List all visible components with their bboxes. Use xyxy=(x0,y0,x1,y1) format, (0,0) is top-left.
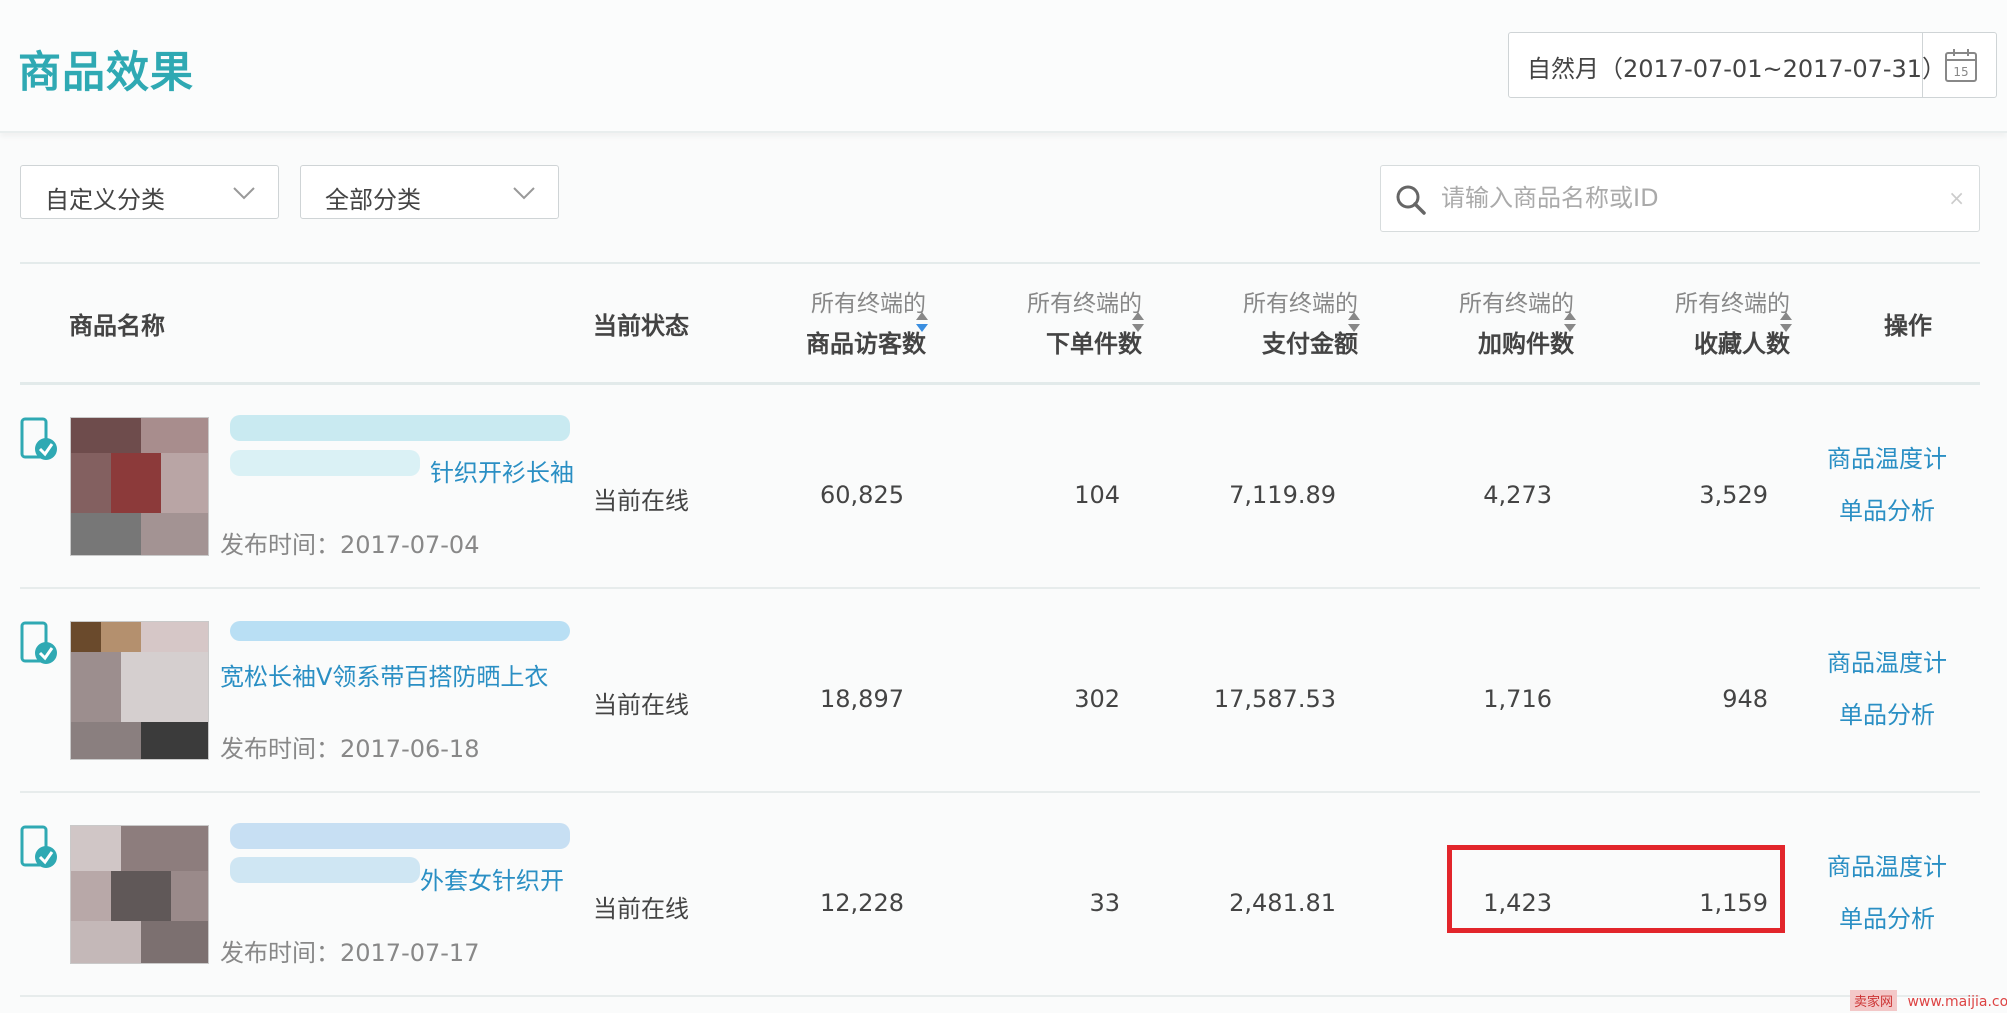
product-thermometer-link[interactable]: 商品温度计 xyxy=(1827,439,1947,474)
sort-icon[interactable] xyxy=(1778,310,1794,334)
col-favorites[interactable]: 所有终端的 收藏人数 xyxy=(1624,284,1790,359)
product-name-link[interactable]: 针织开衫长袖 xyxy=(430,453,574,488)
product-thumbnail[interactable] xyxy=(70,417,209,556)
product-thumbnail[interactable] xyxy=(70,621,209,760)
watermark: 卖家网 www.maijia.com xyxy=(1850,990,2007,1011)
sort-icon[interactable] xyxy=(914,310,930,334)
blurred-title xyxy=(230,621,570,641)
sort-icon[interactable] xyxy=(1562,310,1578,334)
table-row: 宽松长袖V领系带百搭防晒上衣 发布时间：2017-06-18 当前在线 18,8… xyxy=(20,589,1980,793)
visitors-value: 12,228 xyxy=(820,889,904,917)
mobile-device-icon xyxy=(20,417,57,460)
mobile-device-icon xyxy=(20,621,57,664)
calendar-icon: 15 xyxy=(1945,49,1977,82)
product-name-link[interactable]: 外套女针织开 xyxy=(420,861,564,896)
blurred-title xyxy=(230,857,420,883)
chevron-down-icon xyxy=(233,187,255,200)
cart-value: 1,716 xyxy=(1483,685,1552,713)
item-analysis-link[interactable]: 单品分析 xyxy=(1839,899,1935,934)
chevron-down-icon xyxy=(513,187,535,200)
col-visitors[interactable]: 所有终端的 商品访客数 xyxy=(780,284,926,359)
orders-value: 104 xyxy=(1074,481,1120,509)
page-header: 商品效果 自然月（2017-07-01~2017-07-31） 15 xyxy=(0,0,2007,133)
page-title: 商品效果 xyxy=(18,48,194,98)
col-status: 当前状态 xyxy=(593,312,689,340)
item-analysis-link[interactable]: 单品分析 xyxy=(1839,695,1935,730)
highlight-annotation xyxy=(1447,845,1785,933)
clear-icon[interactable]: × xyxy=(1948,186,1965,210)
custom-category-select[interactable]: 自定义分类 xyxy=(20,165,279,219)
product-thermometer-link[interactable]: 商品温度计 xyxy=(1827,847,1947,882)
product-name-link[interactable]: 宽松长袖V领系带百搭防晒上衣 xyxy=(220,657,548,692)
payment-value: 7,119.89 xyxy=(1229,481,1336,509)
search-box[interactable]: × xyxy=(1380,165,1980,232)
orders-value: 302 xyxy=(1074,685,1120,713)
mobile-device-icon xyxy=(20,825,57,868)
item-analysis-link[interactable]: 单品分析 xyxy=(1839,491,1935,526)
col-actions: 操作 xyxy=(1884,312,1932,340)
publish-time: 发布时间：2017-07-17 xyxy=(220,939,480,967)
all-category-select[interactable]: 全部分类 xyxy=(300,165,559,219)
payment-value: 17,587.53 xyxy=(1213,685,1336,713)
product-thumbnail[interactable] xyxy=(70,825,209,964)
status-text: 当前在线 xyxy=(593,895,689,923)
visitors-value: 60,825 xyxy=(820,481,904,509)
publish-time: 发布时间：2017-06-18 xyxy=(220,735,480,763)
orders-value: 33 xyxy=(1089,889,1120,917)
date-range-text: 自然月（2017-07-01~2017-07-31） xyxy=(1527,55,1947,83)
blurred-title xyxy=(230,415,570,441)
col-payment[interactable]: 所有终端的 支付金额 xyxy=(1192,284,1358,359)
calendar-button[interactable]: 15 xyxy=(1922,33,1997,97)
watermark-url: www.maijia.com xyxy=(1907,994,2007,1010)
cart-value: 4,273 xyxy=(1483,481,1552,509)
payment-value: 2,481.81 xyxy=(1229,889,1336,917)
col-name: 商品名称 xyxy=(69,312,165,340)
table-row: 针织开衫长袖 发布时间：2017-07-04 当前在线 60,825 104 7… xyxy=(20,385,1980,589)
favorites-value: 948 xyxy=(1722,685,1768,713)
search-icon xyxy=(1396,185,1426,215)
watermark-logo: 卖家网 xyxy=(1850,990,1898,1011)
sort-icon[interactable] xyxy=(1130,310,1146,334)
col-cart[interactable]: 所有终端的 加购件数 xyxy=(1408,284,1574,359)
favorites-value: 3,529 xyxy=(1699,481,1768,509)
col-orders[interactable]: 所有终端的 下单件数 xyxy=(976,284,1142,359)
visitors-value: 18,897 xyxy=(820,685,904,713)
publish-time: 发布时间：2017-07-04 xyxy=(220,531,480,559)
product-thermometer-link[interactable]: 商品温度计 xyxy=(1827,643,1947,678)
custom-category-label: 自定义分类 xyxy=(45,186,165,214)
table-header: 商品名称 当前状态 所有终端的 商品访客数 所有终端的 下单件数 所有终端的 支… xyxy=(20,264,1980,382)
status-text: 当前在线 xyxy=(593,691,689,719)
all-category-label: 全部分类 xyxy=(325,186,421,214)
blurred-title xyxy=(230,450,420,476)
search-input[interactable] xyxy=(1441,178,1921,218)
blurred-title xyxy=(230,823,570,849)
svg-text:15: 15 xyxy=(1953,65,1968,79)
sort-icon[interactable] xyxy=(1346,310,1362,334)
status-text: 当前在线 xyxy=(593,487,689,515)
date-range-picker[interactable]: 自然月（2017-07-01~2017-07-31） 15 xyxy=(1508,32,1997,98)
